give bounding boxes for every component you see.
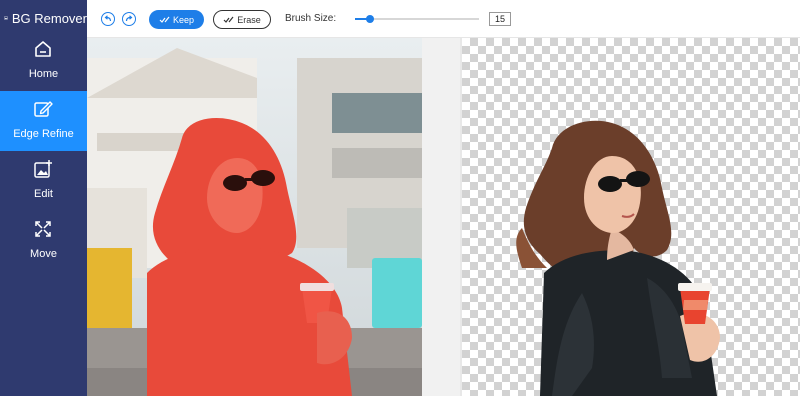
move-icon xyxy=(35,221,51,237)
app-title: BG Remover xyxy=(11,10,87,26)
brush-size-slider[interactable] xyxy=(355,15,479,23)
sidebar-item-home[interactable]: Home xyxy=(0,31,87,91)
home-icon xyxy=(35,41,51,57)
keep-label: Keep xyxy=(172,14,195,25)
brush-size-input[interactable]: 15 xyxy=(489,12,511,26)
sidebar-item-label: Home xyxy=(28,68,59,80)
erase-brush-icon xyxy=(223,16,234,23)
sidebar: BG Remover Home Edge Refine Edit Move xyxy=(0,0,87,396)
brush-size-label: Brush Size: xyxy=(285,13,337,24)
sidebar-item-move[interactable]: Move xyxy=(0,211,87,271)
original-photo-panel[interactable] xyxy=(87,38,422,396)
toolbar: Keep Erase Brush Size: 15 xyxy=(87,0,800,38)
sidebar-item-edit[interactable]: Edit xyxy=(0,151,87,211)
sidebar-item-label: Move xyxy=(30,248,57,260)
edit-image-icon xyxy=(34,160,52,178)
result-preview xyxy=(516,120,720,396)
redo-icon xyxy=(125,15,133,22)
redo-button[interactable] xyxy=(122,12,136,26)
original-photo xyxy=(87,38,422,396)
undo-button[interactable] xyxy=(101,12,115,26)
undo-icon xyxy=(104,15,112,22)
brush-size-slider-thumb[interactable] xyxy=(366,15,374,23)
keep-button[interactable]: Keep xyxy=(149,10,204,29)
app-logo-icon xyxy=(4,16,8,20)
keep-brush-icon xyxy=(159,16,170,23)
erase-button[interactable]: Erase xyxy=(213,10,271,29)
result-preview-panel xyxy=(462,38,800,396)
sidebar-item-label: Edge Refine xyxy=(13,128,74,140)
erase-label: Erase xyxy=(237,14,261,25)
canvas-area xyxy=(87,38,800,396)
sidebar-item-edge-refine[interactable]: Edge Refine xyxy=(0,91,87,151)
sidebar-item-label: Edit xyxy=(34,188,53,200)
edge-refine-icon xyxy=(34,101,53,117)
